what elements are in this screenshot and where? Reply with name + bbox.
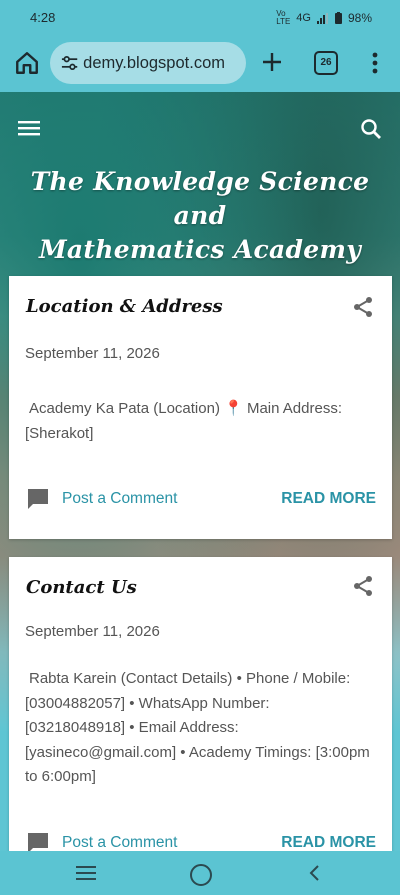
volte-icon: Vo LTE [276,9,291,26]
read-more-link[interactable]: READ MORE [281,490,376,508]
site-settings-icon[interactable] [60,53,79,73]
share-icon[interactable] [352,575,374,597]
post-card: Location & Address September 11, 2026 Ac… [9,276,392,539]
post-date: September 11, 2026 [25,623,160,640]
search-icon[interactable] [360,118,382,140]
address-bar[interactable]: demy.blogspot.com [50,42,246,84]
hamburger-menu-icon[interactable] [18,120,40,136]
system-navigation-bar [0,851,400,895]
battery-level: 98% [347,11,372,25]
post-date: September 11, 2026 [25,345,160,362]
battery-icon [334,12,342,24]
post-title[interactable]: Contact Us [26,577,137,598]
more-options-icon[interactable] [368,51,382,75]
post-comment-link[interactable]: Post a Comment [62,834,177,852]
url-text[interactable]: demy.blogspot.com [83,54,246,73]
status-bar: 4:28 Vo LTE 4G 98% [0,0,400,34]
status-indicators: Vo LTE 4G 98% [276,10,372,26]
post-comment-link[interactable]: Post a Comment [62,490,177,508]
browser-toolbar: demy.blogspot.com 26 [0,34,400,92]
system-home-icon[interactable] [190,864,212,886]
post-snippet: Academy Ka Pata (Location) 📍 Main Addres… [25,400,342,442]
back-icon[interactable] [308,865,320,881]
comment-icon[interactable] [27,488,49,510]
post-card: Contact Us September 11, 2026 Rabta Kare… [9,557,392,857]
blog-title-line1: The Knowledge Science and [30,167,370,230]
tab-switcher-button[interactable]: 26 [314,51,338,75]
share-icon[interactable] [352,296,374,318]
signal-icon [316,12,328,24]
recent-apps-icon[interactable] [76,866,96,880]
blog-title[interactable]: The Knowledge Science and Mathematics Ac… [0,165,400,267]
post-title[interactable]: Location & Address [26,296,223,317]
read-more-link[interactable]: READ MORE [281,834,376,852]
status-time: 4:28 [30,10,56,25]
network-type: 4G [296,12,311,24]
home-icon[interactable] [14,50,40,76]
blog-title-line2: Mathematics Academy [38,235,362,264]
post-snippet: Rabta Karein (Contact Details) • Phone /… [25,670,370,785]
new-tab-icon[interactable] [260,50,284,74]
